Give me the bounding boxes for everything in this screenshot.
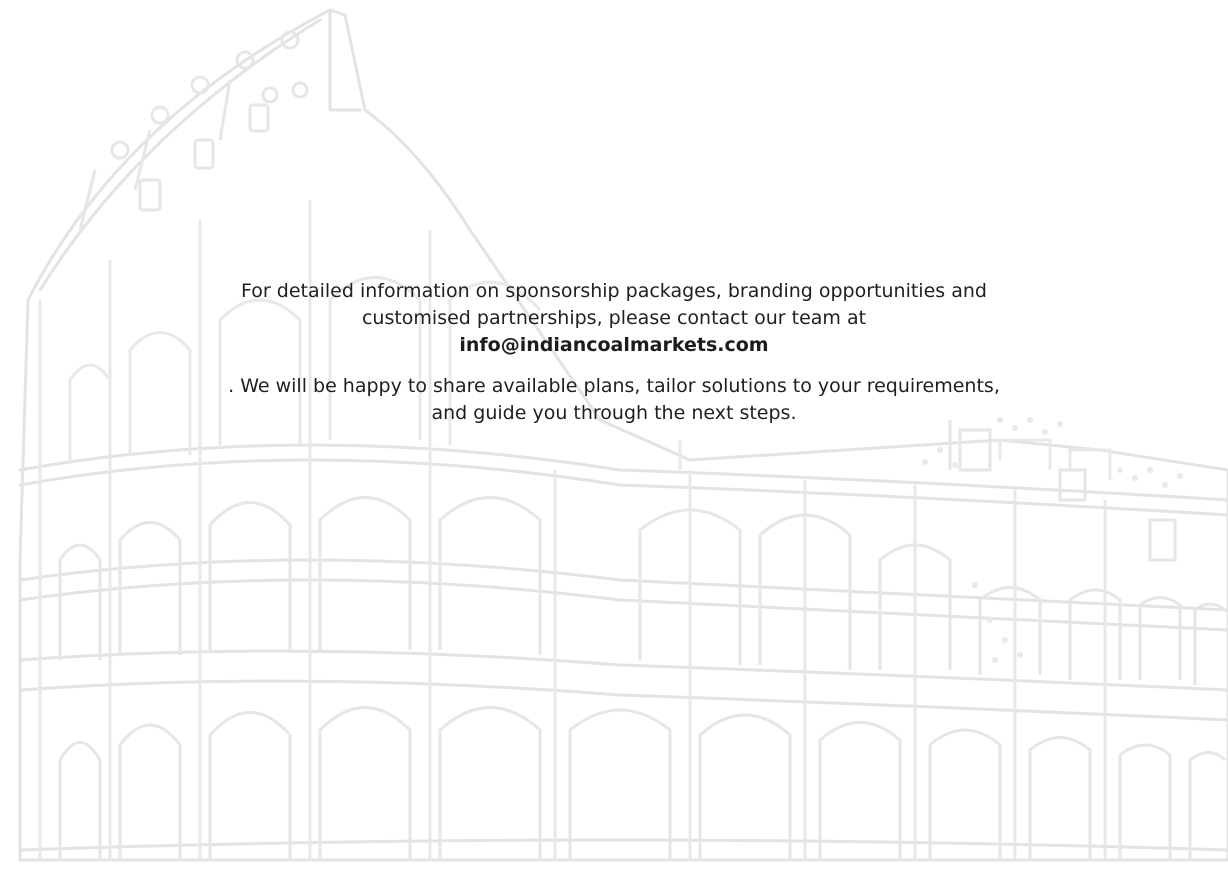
intro-line-2: customised partnerships, please contact … — [361, 307, 867, 329]
intro-line-1: For detailed information on sponsorship … — [241, 280, 987, 302]
colosseum-background-icon — [0, 0, 1228, 873]
outro-line-2: and guide you through the next steps. — [431, 402, 797, 424]
outro-line-1: . We will be happy to share available pl… — [228, 375, 1000, 397]
email-link[interactable]: info@indiancoalmarkets.com — [459, 332, 768, 359]
outro-text: . We will be happy to share available pl… — [154, 373, 1074, 427]
contact-info-block: For detailed information on sponsorship … — [0, 278, 1228, 427]
intro-text: For detailed information on sponsorship … — [154, 278, 1074, 332]
